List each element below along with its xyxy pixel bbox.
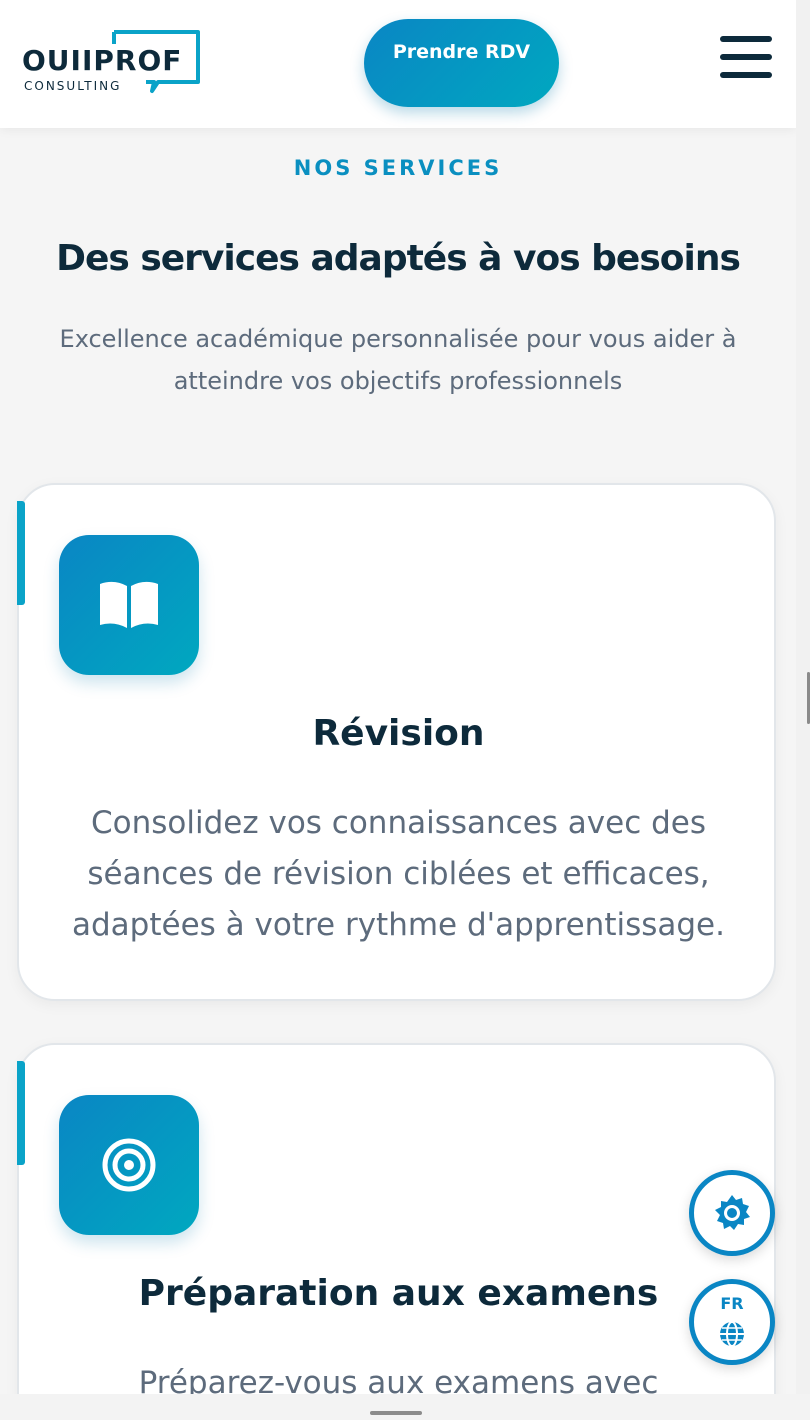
- page: OUIIPROF CONSULTING Prendre RDV NOS SERV…: [0, 0, 810, 1420]
- hamburger-menu-icon[interactable]: [720, 36, 772, 80]
- section-subtitle: Excellence académique personnalisée pour…: [59, 325, 737, 395]
- site-header: OUIIPROF CONSULTING Prendre RDV: [0, 0, 796, 128]
- card-icon-tile: [59, 535, 199, 675]
- logo[interactable]: OUIIPROF CONSULTING: [22, 30, 202, 96]
- logo-wordmark: OUIIPROF: [22, 44, 183, 77]
- language-switcher-button[interactable]: FR: [689, 1279, 775, 1365]
- target-icon: [102, 1138, 156, 1192]
- globe-icon: [720, 1321, 744, 1347]
- scrollbar[interactable]: [796, 0, 810, 1394]
- language-label: FR: [720, 1294, 744, 1313]
- card-title: Révision: [312, 713, 485, 754]
- card-icon-tile: [59, 1095, 199, 1235]
- settings-button[interactable]: [689, 1170, 775, 1256]
- book-icon: [100, 581, 158, 628]
- card-accent-bar: [17, 1061, 25, 1165]
- card-description: Consolidez vos connaissances avec des sé…: [72, 805, 725, 943]
- section-eyebrow: NOS SERVICES: [293, 156, 503, 180]
- section-title: Des services adaptés à vos besoins: [56, 238, 741, 279]
- card-accent-bar: [17, 501, 25, 605]
- service-card-revision[interactable]: Révision Consolidez vos connaissances av…: [17, 483, 776, 1001]
- bottom-bar: [0, 1394, 810, 1420]
- service-card-exam-prep[interactable]: Préparation aux examens Préparez-vous au…: [17, 1043, 776, 1420]
- drag-handle[interactable]: [370, 1411, 422, 1415]
- logo-subtitle: CONSULTING: [24, 79, 122, 93]
- card-title: Préparation aux examens: [138, 1273, 659, 1314]
- book-appointment-button[interactable]: Prendre RDV: [364, 19, 559, 107]
- gear-icon: [715, 1195, 750, 1230]
